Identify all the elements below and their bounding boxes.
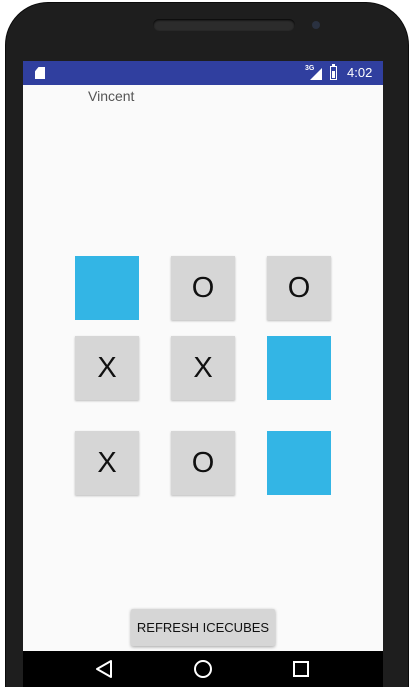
cell-mark: X [97, 446, 117, 479]
device-frame: 3G 4:02 Vincent O O X X X O REFRESH ICEC… [0, 0, 415, 687]
front-camera-icon [312, 21, 320, 29]
cell-mark: X [193, 351, 213, 384]
board-cell-4[interactable]: X [75, 336, 139, 400]
app-screen: 3G 4:02 Vincent O O X X X O REFRESH ICEC… [23, 61, 383, 651]
battery-icon [330, 64, 337, 80]
board-cell-2[interactable]: O [171, 256, 235, 320]
board-cell-8[interactable]: O [171, 431, 235, 495]
home-icon[interactable] [193, 659, 213, 679]
status-bar: 3G 4:02 [23, 61, 383, 85]
cell-mark: O [191, 446, 215, 479]
board-cell-6[interactable] [267, 336, 331, 400]
cell-mark: X [97, 351, 117, 384]
status-clock: 4:02 [347, 65, 373, 80]
earpiece-speaker [153, 19, 295, 31]
cell-mark: O [191, 271, 215, 304]
board-cell-5[interactable]: X [171, 336, 235, 400]
sd-card-icon [35, 67, 45, 79]
back-icon[interactable] [95, 659, 113, 679]
board-cell-9[interactable] [267, 431, 331, 495]
cell-mark: O [287, 271, 311, 304]
board-cell-1[interactable] [75, 256, 139, 320]
recents-icon[interactable] [293, 661, 309, 677]
board-cell-3[interactable]: O [267, 256, 331, 320]
network-type-label: 3G [305, 65, 315, 72]
navigation-bar [23, 651, 383, 687]
refresh-icecubes-button[interactable]: REFRESH ICECUBES [131, 609, 275, 646]
board-cell-7[interactable]: X [75, 431, 139, 495]
player-name: Vincent [88, 88, 135, 104]
